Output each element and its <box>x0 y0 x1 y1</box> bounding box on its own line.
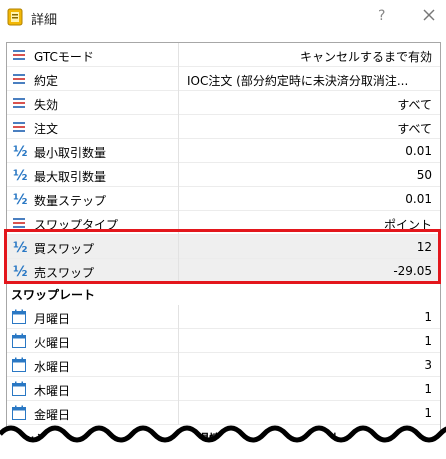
list-icon <box>13 74 25 84</box>
title-bar: 詳細 ? <box>0 0 446 34</box>
table-row[interactable]: ½ 最小取引数量 0.01 <box>7 139 440 163</box>
row-value: 1 <box>424 406 432 420</box>
half-icon: ½ <box>13 168 28 184</box>
window-title: 詳細 <box>31 13 58 28</box>
half-icon: ½ <box>13 144 28 160</box>
row-label: 最小取引数量 <box>34 146 107 160</box>
calendar-icon <box>12 405 26 420</box>
row-value: IOC注文 (部分約定時に未決済分取消注... <box>187 74 409 88</box>
calendar-icon <box>12 357 26 372</box>
row-value: 50 <box>416 168 432 182</box>
row-value: 3 <box>424 358 432 372</box>
calendar-icon <box>12 309 26 324</box>
row-label: 最大取引数量 <box>34 170 107 184</box>
calendar-icon <box>12 381 26 396</box>
table-row[interactable]: 注文 すべて <box>7 115 440 139</box>
row-label: 火曜日 <box>34 336 71 350</box>
table-row[interactable]: 火曜日 1 <box>7 329 440 353</box>
swap-highlight-box <box>4 229 441 284</box>
table-row[interactable]: ½ 数量ステップ 0.01 <box>7 187 440 211</box>
half-icon: ½ <box>13 192 28 208</box>
torn-edge-decoration <box>0 425 446 459</box>
table-row[interactable]: 木曜日 1 <box>7 377 440 401</box>
help-button[interactable]: ? <box>378 8 385 24</box>
list-icon <box>13 50 25 60</box>
row-label: 水曜日 <box>34 360 71 374</box>
list-icon <box>13 98 25 108</box>
row-value: キャンセルするまで有効 <box>299 50 432 64</box>
table-row[interactable]: 失効 すべて <box>7 91 440 115</box>
row-label: 失効 <box>34 98 59 112</box>
row-value: 1 <box>424 334 432 348</box>
row-value: 0.01 <box>405 144 432 158</box>
row-value: 1 <box>424 382 432 396</box>
section-title: スワップレート <box>11 288 96 302</box>
table-row[interactable]: 月曜日 1 <box>7 305 440 329</box>
row-label: 注文 <box>34 122 59 136</box>
row-label: GTCモード <box>34 50 94 64</box>
list-icon <box>13 122 25 132</box>
row-value: 0.01 <box>405 192 432 206</box>
row-value: すべて <box>397 98 432 112</box>
row-label: 月曜日 <box>34 312 71 326</box>
row-label: 約定 <box>34 74 59 88</box>
row-value: すべて <box>397 122 432 136</box>
row-label: 数量ステップ <box>34 194 107 208</box>
table-row[interactable]: GTCモード キャンセルするまで有効 <box>7 43 440 67</box>
row-label: 木曜日 <box>34 384 71 398</box>
app-yellow-icon <box>7 8 23 26</box>
table-row[interactable]: 約定 IOC注文 (部分約定時に未決済分取消注... <box>7 67 440 91</box>
row-value: 1 <box>424 310 432 324</box>
calendar-icon <box>12 333 26 348</box>
swap-rate-section: スワップレート <box>7 285 440 305</box>
table-row[interactable]: 水曜日 3 <box>7 353 440 377</box>
table-row[interactable]: ½ 最大取引数量 50 <box>7 163 440 187</box>
close-icon[interactable] <box>418 4 440 26</box>
